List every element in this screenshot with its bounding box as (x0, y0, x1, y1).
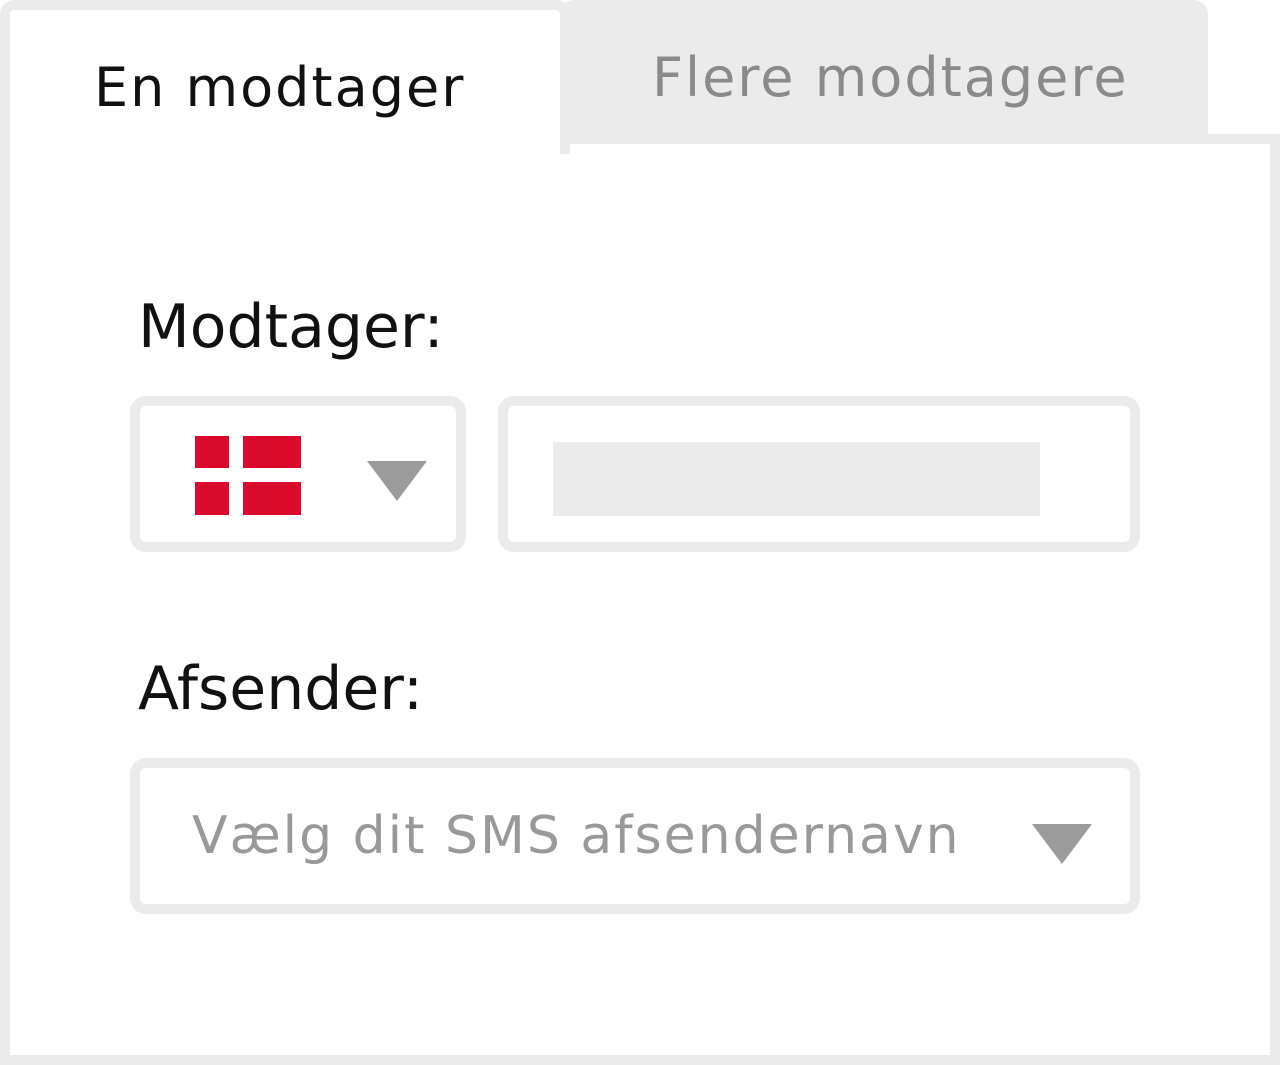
phone-number-field[interactable] (498, 396, 1140, 552)
phone-number-input[interactable] (553, 442, 1040, 516)
denmark-flag-icon (195, 436, 301, 515)
sender-name-select[interactable]: Vælg dit SMS afsendernavn (130, 758, 1140, 914)
tab-multiple-recipients[interactable]: Flere modtagere (560, 0, 1208, 144)
flag-cross-horizontal (195, 468, 301, 482)
recipient-label: Modtager: (138, 292, 444, 362)
form-panel (0, 134, 1280, 1065)
chevron-down-icon (367, 461, 427, 501)
tab-single-recipient-label: En modtager (94, 56, 466, 119)
tab-single-recipient[interactable]: En modtager (0, 0, 570, 154)
sender-placeholder: Vælg dit SMS afsendernavn (192, 806, 961, 866)
country-code-select[interactable] (130, 396, 466, 552)
tab-multiple-recipients-label: Flere modtagere (652, 46, 1129, 109)
chevron-down-icon (1032, 824, 1092, 864)
sms-form: En modtager Flere modtagere Modtager: Af… (0, 0, 1280, 1065)
sender-label: Afsender: (138, 654, 424, 724)
